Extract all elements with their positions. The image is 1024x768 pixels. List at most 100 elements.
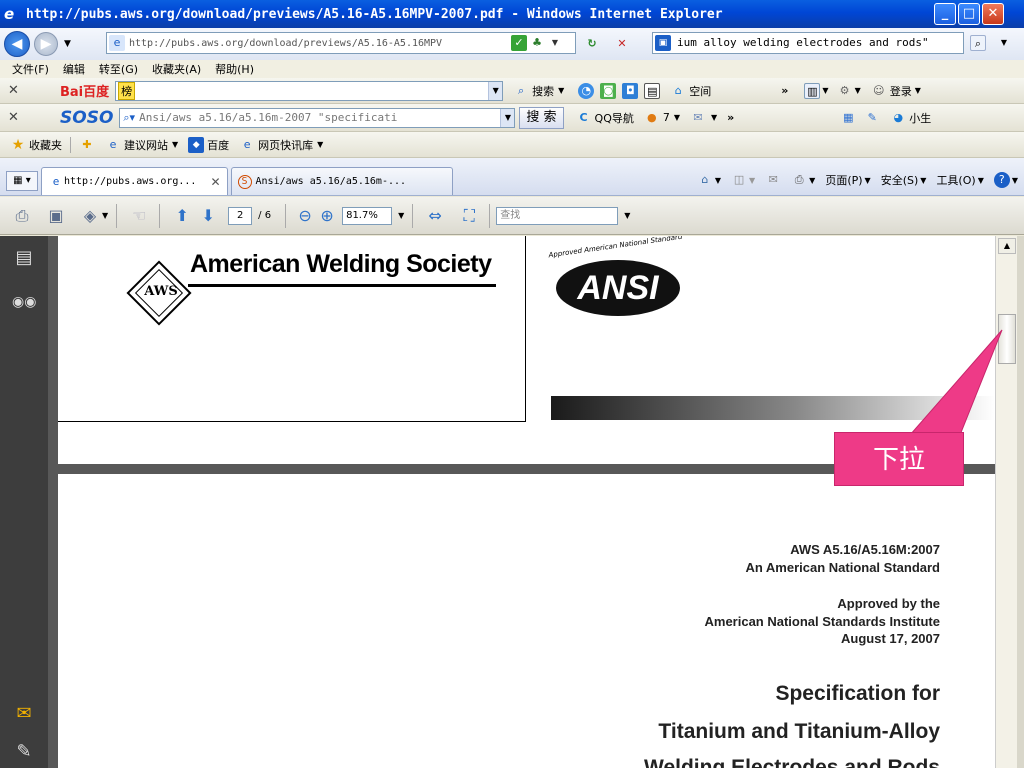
baidu-space-button[interactable]: ⌂ 空间 [670,83,712,99]
soso-more-button[interactable]: » [727,111,734,124]
baidu-search-button[interactable]: ⌕ 搜索 ▼ [513,83,564,99]
maximize-button[interactable]: □ [958,3,980,25]
edit-pen-icon[interactable]: ✎ [864,110,880,126]
command-bar: ⌂ ▼ ◫ ▼ ✉ ⎙ ▼ 页面(P) ▼ 安全(S) ▼ 工具(O) ▼ ? ▼ [687,172,1018,188]
soso-search-button[interactable]: 搜 索 [519,106,564,129]
baidu-login-button[interactable]: ☺ 登录 ▼ [871,83,921,99]
quick-tabs-button[interactable]: ▦ ▾ [6,171,38,191]
hand-tool-icon[interactable]: ☜ [127,204,151,228]
baidu-more-button[interactable]: » [781,84,788,97]
close-button[interactable]: ✕ [982,3,1004,25]
tab-close-icon[interactable]: ✕ [210,175,220,189]
baidu-paw-icon: ◆ [188,136,205,153]
menu-file[interactable]: 文件(F) [12,61,49,77]
menu-favorites[interactable]: 收藏夹(A) [152,61,201,77]
baidu-app-icon-2[interactable]: ◙ [600,82,617,99]
compat-check-icon[interactable]: ✓ [511,35,527,51]
baidu-dropdown-icon[interactable]: ▼ [488,81,503,100]
baidu-favorite-link[interactable]: ◆ 百度 [188,136,229,153]
find-input[interactable]: 查找 [496,206,619,225]
standard-id: AWS A5.16/A5.16M:2007 [790,542,940,557]
ie-page-icon: e [109,137,117,151]
settings-gear-icon[interactable]: ⚙ [837,83,853,99]
approval-date: August 17, 2007 [841,631,940,646]
star-icon: ★ [11,136,25,153]
refresh-icon[interactable]: ↻ [584,36,600,52]
feed-icon[interactable]: ◫ [731,172,747,188]
baidu-toolbar: ✕ Bai百度 榜 ▼ ⌕ 搜索 ▼ ◔ ◙ ◘ ▤ ⌂ 空间 » ▥ ▼ ⚙ ▼ ☺… [0,78,1024,104]
address-url[interactable]: http://pubs.aws.org/download/previews/A5… [129,38,509,49]
baidu-app-icon-3[interactable]: ◘ [622,82,639,99]
zoom-dropdown-icon[interactable]: ▼ [398,211,404,220]
soso-search-combo[interactable]: ⌕▾ Ansi/aws a5.16/a5.16m-2007 "specifica… [119,107,516,128]
home-page-icon[interactable]: ⌂ [697,172,713,188]
binoculars-icon[interactable]: ◉◉ [12,290,36,314]
history-dropdown-icon[interactable]: ▼ [64,39,71,49]
zoom-input[interactable]: 81.7% [342,206,393,225]
next-page-icon[interactable]: ⬇ [196,204,220,228]
fit-width-icon[interactable]: ⇔ [423,204,447,228]
back-button[interactable]: ◀ [4,31,30,57]
apps-grid-icon[interactable]: ▦ [840,110,856,126]
print-pdf-icon[interactable]: ⎙ [10,204,34,228]
baidu-toolbar-close-icon[interactable]: ✕ [8,83,24,98]
forward-button[interactable]: ▶ [34,32,58,56]
baidu-app-icon-1[interactable]: ◔ [578,82,595,99]
search-box[interactable]: ▣ ium alloy welding electrodes and rods" [652,32,964,54]
pages-panel-icon[interactable]: ▤ [12,246,36,270]
webslice-gallery-link[interactable]: e 网页快讯库 ▼ [239,137,324,153]
fit-page-icon[interactable]: ⛶ [457,204,481,228]
soso-dropdown-icon[interactable]: ▼ [500,108,515,127]
home-icon: ⌂ [674,83,682,97]
title-bar: e http://pubs.aws.org/download/previews/… [0,0,1024,28]
search-provider-icon[interactable]: ▣ [655,35,671,51]
print-icon[interactable]: ⎙ [791,172,807,188]
find-dropdown-icon[interactable]: ▼ [624,211,630,220]
prev-page-icon[interactable]: ⬆ [170,204,194,228]
feeds-icon[interactable]: ▥ [804,82,821,99]
baidu-app-icon-4[interactable]: ▤ [644,82,661,99]
share-icon[interactable]: ◈ [78,204,102,228]
qq-mail-badge[interactable]: ● 7 ▼ [644,110,680,126]
magnifier-icon: ⌕ [518,83,525,97]
suggested-sites-button[interactable]: e 建议网站 ▼ [105,137,179,153]
search-icon[interactable]: ⌕ [970,35,986,51]
tab-pubs-aws[interactable]: e http://pubs.aws.org... ✕ [41,167,228,195]
zoom-out-icon[interactable]: ⊖ [296,204,314,228]
zoom-in-icon[interactable]: ⊕ [318,204,336,228]
baidu-search-combo[interactable]: 榜 ▼ [115,80,504,101]
menu-goto[interactable]: 转至(G) [99,61,138,77]
save-icon[interactable]: ▣ [44,204,68,228]
address-row: ◀ ▶ ▼ e http://pubs.aws.org/download/pre… [0,28,1024,60]
menu-help[interactable]: 帮助(H) [215,61,254,77]
add-favorite-icon[interactable]: ✚ [79,137,95,153]
pdf-document-area[interactable]: AWS American Welding Society Approved Am… [48,236,995,768]
scroll-up-arrow-icon[interactable]: ▲ [998,238,1016,254]
attachments-icon[interactable]: ✎ [12,740,36,764]
favorites-button[interactable]: ★ 收藏夹 [10,137,62,153]
rss-icon[interactable]: ♣ [529,35,545,51]
aws-header-box: AWS American Welding Society [58,236,526,422]
search-input[interactable]: ium alloy welding electrodes and rods" [677,36,929,49]
page-number-input[interactable]: 2 [228,206,253,225]
tools-menu[interactable]: 工具(O) [936,172,975,188]
soso-toolbar-close-icon[interactable]: ✕ [8,110,24,125]
address-bar[interactable]: e http://pubs.aws.org/download/previews/… [106,32,576,54]
tab-soso-search[interactable]: S Ansi/aws a5.16/a5.16m-... [230,167,453,195]
read-mail-icon[interactable]: ✉ [765,172,781,188]
mail-button[interactable]: ✉ ▼ [690,110,717,126]
help-icon[interactable]: ? [993,172,1010,188]
safety-menu[interactable]: 安全(S) [881,172,919,188]
soso-user-button[interactable]: ◕ 小生 [890,110,931,126]
menu-edit[interactable]: 编辑 [63,61,85,77]
page-menu[interactable]: 页面(P) [825,172,862,188]
comments-icon[interactable]: ✉ [12,702,36,726]
search-options-icon[interactable]: ▼ [996,35,1012,51]
minimize-button[interactable]: _ [934,3,956,25]
baidu-search-input[interactable]: 榜 [118,81,136,100]
qq-nav-button[interactable]: C QQ导航 [576,110,633,126]
qq-user-icon: ◕ [893,110,904,124]
stop-icon[interactable]: ✕ [614,36,630,52]
soso-search-input[interactable]: Ansi/aws a5.16/a5.16m-2007 "specificati [139,111,479,124]
address-dropdown-icon[interactable]: ▼ [547,35,563,51]
